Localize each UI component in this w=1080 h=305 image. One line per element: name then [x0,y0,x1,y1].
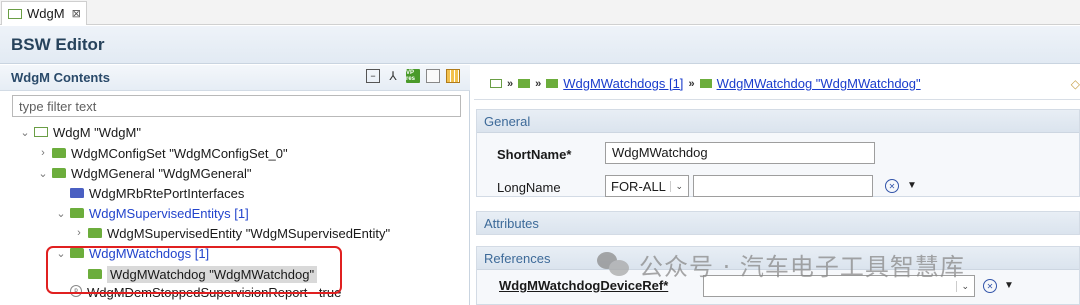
highlight-box [46,246,342,294]
breadcrumb-separator-icon: » [688,77,694,90]
chevron-down-icon: ⌄ [670,180,683,192]
caret-down-icon[interactable]: ▼ [907,180,917,191]
watermark-text: 公众号 · 汽车电子工具智慧库 [639,252,965,281]
module-icon [490,79,502,88]
longname-label: LongName [497,180,561,195]
caret-down-icon[interactable]: ▼ [1004,280,1014,291]
collapse-all-icon[interactable]: − [366,69,380,83]
chevron-down-icon: ⌄ [956,280,969,292]
breadcrumb-separator-icon: » [507,77,513,90]
breadcrumb-watchdogs[interactable]: WdgMWatchdogs [1] [563,76,683,91]
tree-item-configset[interactable]: › WdgMConfigSet "WdgMConfigSet_0" [36,143,288,163]
tree-item-supervisedentity[interactable]: › WdgMSupervisedEntity "WdgMSupervisedEn… [72,223,390,243]
vp-res-icon[interactable]: VP res [406,69,420,83]
folder-icon [52,148,66,158]
editor-title: BSW Editor [11,35,105,54]
general-section-title: General [477,110,1079,133]
editor-tab-strip: WdgM ⊠ [0,0,1080,25]
tree-item-label: WdgMGeneral "WdgMGeneral" [71,165,252,181]
navigate-icon[interactable]: ◇ [1071,77,1080,91]
tab-label: WdgM [27,6,65,21]
close-icon[interactable]: ⊠ [72,7,81,20]
watermark: 公众号 · 汽车电子工具智慧库 [597,246,965,282]
tree-item-label: WdgM "WdgM" [53,124,141,140]
reference-action-icon[interactable]: ✕ [983,279,997,293]
contents-toolbar: − ⅄ VP res [366,69,460,83]
breadcrumb-watchdog[interactable]: WdgMWatchdog "WdgMWatchdog" [717,76,921,91]
filter-input[interactable] [12,95,461,117]
longname-language-value: FOR-ALL [611,178,666,194]
module-icon [8,8,22,19]
breadcrumb: » » WdgMWatchdogs [1] » WdgMWatchdog "Wd… [474,68,1080,100]
general-section: General ShortName* WdgMWatchdog LongName… [476,109,1080,197]
folder-icon [546,79,559,88]
chevron-down-icon[interactable]: ⌄ [54,207,68,220]
tab-wdgm[interactable]: WdgM ⊠ [1,1,87,25]
tree-item-label: WdgMSupervisedEntity "WdgMSupervisedEnti… [107,225,391,241]
module-icon [34,127,48,137]
chevron-right-icon[interactable]: › [72,227,86,239]
tree-item-label: WdgMRbRtePortInterfaces [89,185,245,201]
folder-icon [70,188,84,198]
longname-field[interactable] [693,175,873,197]
table-icon[interactable] [446,69,460,83]
shortname-label: ShortName* [497,147,572,162]
folder-icon [699,79,712,88]
chevron-down-icon[interactable]: ⌄ [36,167,50,180]
folder-icon [70,208,84,218]
shortname-field[interactable]: WdgMWatchdog [605,142,875,164]
wechat-logo-icon [597,250,631,278]
breadcrumb-separator-icon: » [535,77,541,90]
tree-structure-icon[interactable]: ⅄ [386,69,400,83]
contents-header: WdgM Contents − ⅄ VP res [0,65,470,91]
tree-item-rbrteportinterfaces[interactable]: WdgMRbRtePortInterfaces [54,183,244,203]
longname-language-select[interactable]: FOR-ALL ⌄ [605,175,689,197]
tree-item-supervisedentitys[interactable]: ⌄ WdgMSupervisedEntitys [1] [54,203,249,223]
folder-icon [52,168,66,178]
tree-item-wdgm[interactable]: ⌄ WdgM "WdgM" [18,122,141,142]
tree-item-label: WdgMConfigSet "WdgMConfigSet_0" [71,145,288,161]
chevron-down-icon[interactable]: ⌄ [18,126,32,139]
folder-icon [88,228,102,238]
folder-icon [518,79,531,88]
tree-item-label: WdgMSupervisedEntitys [1] [89,205,249,221]
contents-title: WdgM Contents [11,70,110,85]
chevron-right-icon[interactable]: › [36,147,50,159]
editor-header: BSW Editor [0,26,1080,64]
tree-item-general[interactable]: ⌄ WdgMGeneral "WdgMGeneral" [36,163,251,183]
attributes-section: Attributes [476,211,1080,235]
document-icon[interactable] [426,69,440,83]
attributes-section-title: Attributes [477,212,1079,234]
multilanguage-icon[interactable]: ✕ [885,179,899,193]
